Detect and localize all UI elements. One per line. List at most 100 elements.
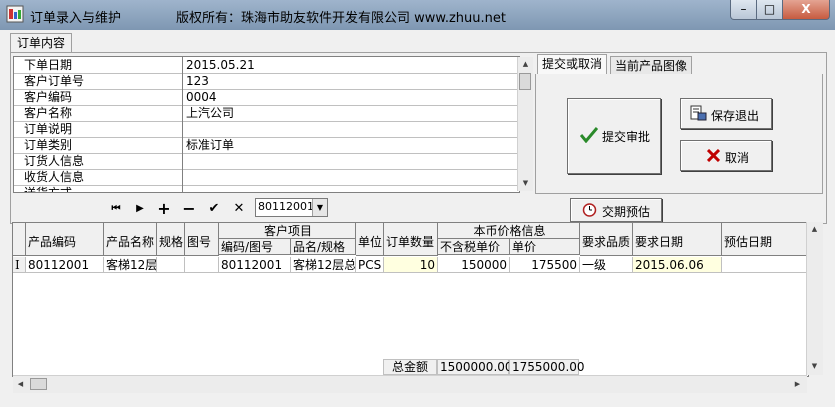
property-label: 下单日期 — [14, 57, 183, 73]
grid-vertical-scrollbar[interactable]: ▲ ▼ — [806, 222, 823, 375]
property-value[interactable]: 0004 — [184, 89, 506, 105]
property-label: 订货人信息 — [14, 153, 183, 169]
submit-approval-button[interactable]: 提交审批 — [567, 98, 661, 174]
header-price[interactable]: 单价 — [510, 239, 580, 255]
property-row[interactable]: 订单说明 — [14, 121, 517, 138]
property-row[interactable]: 客户订单号 123 — [14, 73, 517, 90]
scroll-up-icon[interactable]: ▲ — [807, 222, 822, 237]
add-record-icon[interactable]: + — [153, 199, 175, 219]
cell-quality[interactable]: 一级 — [580, 257, 633, 273]
cell-quantity[interactable]: 10 — [384, 257, 438, 273]
close-button[interactable]: X — [782, 0, 830, 20]
scroll-up-icon[interactable]: ▲ — [518, 57, 533, 72]
check-icon — [580, 127, 598, 143]
row-indicator-header — [13, 223, 26, 256]
cell-spec[interactable] — [157, 257, 185, 273]
property-value[interactable]: 上汽公司 — [184, 105, 506, 121]
property-label: 客户编码 — [14, 89, 183, 105]
scroll-right-icon[interactable]: ▶ — [790, 377, 805, 392]
product-combo[interactable]: 80112001 ▼ — [255, 198, 328, 217]
submit-approval-label: 提交审批 — [602, 130, 651, 144]
grid-horizontal-scrollbar[interactable]: ◀ ▶ — [13, 375, 807, 393]
alarm-clock-icon — [582, 203, 597, 217]
property-value[interactable]: 2015.05.21 — [184, 57, 506, 73]
maximize-button[interactable]: □ — [756, 0, 783, 20]
delivery-estimate-button[interactable]: 交期预估 — [570, 198, 662, 222]
first-record-icon[interactable]: ⏮ — [105, 199, 127, 219]
delete-record-icon[interactable]: − — [178, 199, 200, 219]
header-customer-code[interactable]: 编码/图号 — [219, 239, 291, 255]
cell-customer-name[interactable]: 客梯12层总 — [291, 257, 356, 273]
scroll-down-icon[interactable]: ▼ — [518, 176, 533, 191]
tab-submit-or-cancel[interactable]: 提交或取消 — [537, 54, 608, 75]
cell-required-date[interactable]: 2015.06.06 — [633, 257, 722, 273]
property-value[interactable] — [184, 121, 506, 137]
cancel-record-icon[interactable]: ✕ — [228, 199, 250, 219]
property-value[interactable]: 标准订单 — [184, 137, 506, 153]
header-quality[interactable]: 要求品质 — [580, 223, 633, 256]
order-lines-grid: 产品编码 产品名称 规格 图号 客户项目 编码/图号 品名/规格 单位 订单数量… — [12, 222, 809, 377]
property-row[interactable]: 送货方式 — [14, 185, 517, 192]
cell-drawing[interactable] — [185, 257, 219, 273]
header-quantity[interactable]: 订单数量 — [384, 223, 438, 256]
cell-price-ex-tax[interactable]: 150000 — [438, 257, 510, 273]
property-row[interactable]: 下单日期 2015.05.21 — [14, 57, 517, 74]
header-customer-group: 客户项目 — [219, 223, 356, 239]
header-unit[interactable]: 单位 — [356, 223, 384, 256]
cell-unit[interactable]: PCS — [356, 257, 384, 273]
save-exit-button[interactable]: 保存退出 — [680, 98, 772, 129]
cell-product-name[interactable]: 客梯12层总 — [104, 257, 157, 273]
header-product-name[interactable]: 产品名称 — [104, 223, 157, 256]
app-icon — [6, 5, 24, 23]
scroll-thumb[interactable] — [30, 378, 47, 390]
header-customer-name[interactable]: 品名/规格 — [291, 239, 356, 255]
cell-customer-code[interactable]: 80112001 — [219, 257, 291, 273]
property-row[interactable]: 客户编码 0004 — [14, 89, 517, 106]
tab-product-image[interactable]: 当前产品图像 — [610, 56, 693, 75]
save-document-icon — [690, 105, 707, 121]
delivery-estimate-label: 交期预估 — [602, 205, 651, 219]
scroll-left-icon[interactable]: ◀ — [13, 377, 28, 392]
property-label: 客户订单号 — [14, 73, 183, 89]
header-drawing[interactable]: 图号 — [185, 223, 219, 256]
copyright-text: 版权所有：珠海市助友软件开发有限公司 www.zhuu.net — [176, 11, 506, 26]
tab-order-content[interactable]: 订单内容 — [10, 33, 73, 53]
minimize-button[interactable]: – — [730, 0, 757, 20]
chevron-down-icon[interactable]: ▼ — [312, 199, 327, 216]
property-label: 订单说明 — [14, 121, 183, 137]
cancel-button[interactable]: 取消 — [680, 140, 772, 171]
header-price-ex-tax[interactable]: 不含税单价 — [438, 239, 510, 255]
scroll-down-icon[interactable]: ▼ — [807, 359, 822, 374]
window-title: 订单录入与维护 — [30, 11, 122, 26]
header-estimated-date[interactable]: 预估日期 — [722, 223, 808, 256]
save-exit-label: 保存退出 — [711, 109, 760, 123]
property-value[interactable] — [184, 153, 506, 169]
property-row[interactable]: 订单类别 标准订单 — [14, 137, 517, 154]
header-price-group: 本币价格信息 — [438, 223, 580, 239]
cell-estimated-date[interactable] — [722, 257, 808, 273]
product-combo-value: 80112001 — [258, 200, 314, 213]
scroll-thumb[interactable] — [519, 73, 531, 90]
next-record-icon[interactable]: ▶ — [129, 199, 151, 219]
property-value[interactable] — [184, 185, 506, 192]
header-spec[interactable]: 规格 — [157, 223, 185, 256]
minimize-icon: – — [740, 2, 747, 16]
confirm-record-icon[interactable]: ✔ — [203, 199, 225, 219]
property-label: 客户名称 — [14, 105, 183, 121]
maximize-icon: □ — [763, 2, 776, 16]
properties-scrollbar[interactable]: ▲ ▼ — [517, 57, 533, 191]
total-ex-tax: 1500000.00 — [437, 359, 513, 375]
cell-price[interactable]: 175500 — [510, 257, 580, 273]
cancel-label: 取消 — [725, 151, 750, 165]
property-label: 订单类别 — [14, 137, 183, 153]
total-price: 1755000.00 — [509, 359, 585, 375]
property-row[interactable]: 收货人信息 — [14, 169, 517, 186]
property-row[interactable]: 客户名称 上汽公司 — [14, 105, 517, 122]
property-row[interactable]: 订货人信息 — [14, 153, 517, 170]
property-value[interactable] — [184, 169, 506, 185]
cell-product-code[interactable]: 80112001 — [26, 257, 104, 273]
property-value[interactable]: 123 — [184, 73, 506, 89]
header-required-date[interactable]: 要求日期 — [633, 223, 722, 256]
header-product-code[interactable]: 产品编码 — [26, 223, 104, 256]
close-icon: X — [801, 2, 811, 16]
